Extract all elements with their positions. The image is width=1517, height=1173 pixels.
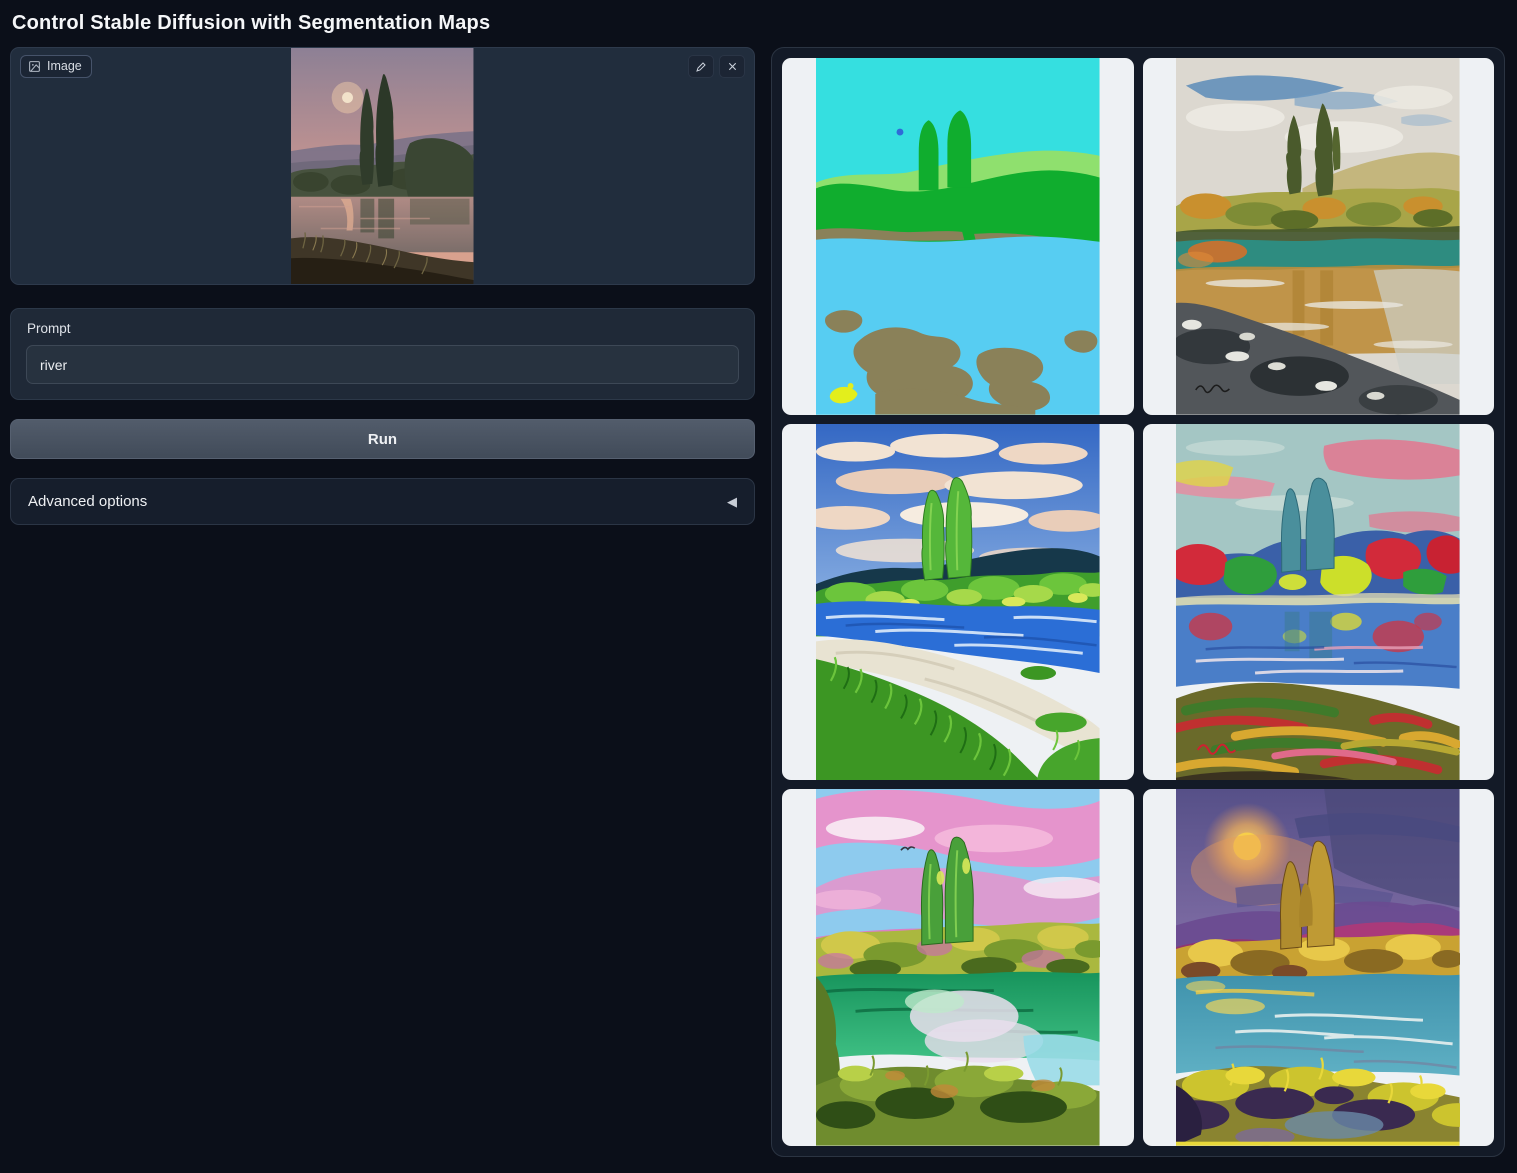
gallery-item-pink-sunset[interactable] bbox=[782, 789, 1134, 1146]
pink-sunset-image bbox=[816, 789, 1100, 1146]
collapse-arrow-icon: ◀ bbox=[727, 495, 737, 508]
prompt-input[interactable] bbox=[26, 345, 739, 384]
output-gallery bbox=[771, 47, 1505, 1157]
vivid-day-image bbox=[816, 424, 1100, 781]
gallery-item-golden-sunset[interactable] bbox=[1143, 789, 1495, 1146]
prompt-block: Prompt bbox=[10, 308, 755, 400]
segmentation-map-image bbox=[816, 58, 1100, 415]
input-column: Image bbox=[10, 47, 755, 525]
prompt-label: Prompt bbox=[27, 321, 739, 336]
advanced-options-accordion[interactable]: Advanced options ◀ bbox=[10, 478, 755, 525]
watercolor-image bbox=[1176, 58, 1460, 415]
main-columns: Image bbox=[10, 47, 1505, 1157]
advanced-options-label: Advanced options bbox=[28, 493, 147, 510]
run-button[interactable]: Run bbox=[10, 419, 755, 459]
gallery-item-segmentation-map[interactable] bbox=[782, 58, 1134, 415]
app: Control Stable Diffusion with Segmentati… bbox=[0, 0, 1517, 1165]
image-label: Image bbox=[47, 59, 82, 73]
edit-image-button[interactable] bbox=[688, 55, 714, 78]
image-label-badge: Image bbox=[20, 55, 92, 78]
image-icon bbox=[28, 60, 41, 73]
dusk-river-photo bbox=[291, 48, 473, 284]
uploaded-image bbox=[11, 48, 754, 284]
pencil-icon bbox=[695, 61, 707, 73]
close-icon bbox=[727, 61, 738, 72]
page-title: Control Stable Diffusion with Segmentati… bbox=[10, 8, 1505, 47]
clear-image-button[interactable] bbox=[719, 55, 745, 78]
image-actions bbox=[688, 55, 745, 78]
gallery-item-fauvist[interactable] bbox=[1143, 424, 1495, 781]
gallery-item-watercolor[interactable] bbox=[1143, 58, 1495, 415]
image-input[interactable]: Image bbox=[10, 47, 755, 285]
fauvist-image bbox=[1176, 424, 1460, 781]
golden-sunset-image bbox=[1176, 789, 1460, 1146]
gallery-item-vivid-day[interactable] bbox=[782, 424, 1134, 781]
